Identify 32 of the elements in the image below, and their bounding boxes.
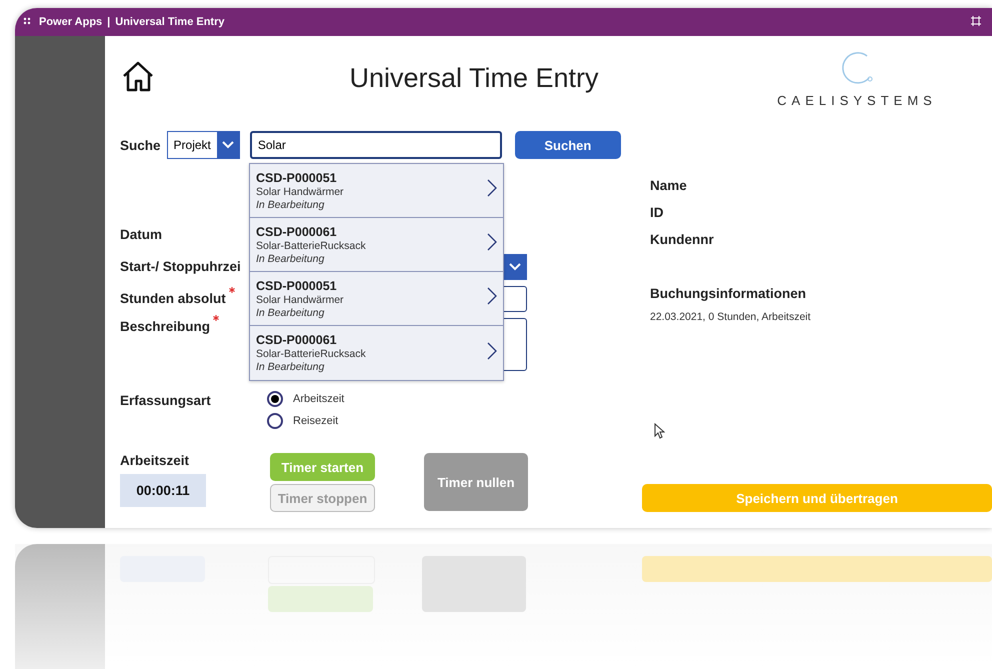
project-name: Solar-BatterieRucksack [256, 240, 367, 252]
field-label: Stunden absolut [120, 291, 226, 306]
title-separator: | [107, 16, 110, 28]
project-name: Solar Handwärmer [256, 294, 345, 306]
project-status: In Bearbeitung [256, 198, 326, 210]
field-label: Beschreibung [120, 319, 210, 334]
project-code: CSD-P000051 [256, 278, 338, 292]
detail-label: Kundennr [650, 231, 715, 249]
booking-title: Buchungsinformationen [650, 285, 807, 303]
field-label: Datum [120, 227, 162, 242]
app-title: Universal Time Entry [115, 16, 224, 28]
radio-label: Reisezeit [293, 415, 338, 427]
detail-label: Name [650, 177, 688, 195]
radio-label: Arbeitszeit [293, 393, 344, 405]
detail-label: ID [650, 204, 664, 222]
project-name: Solar-BatterieRucksack [256, 348, 367, 360]
project-code: CSD-P000061 [256, 333, 338, 347]
search-label: Suche [120, 138, 161, 152]
project-status: In Bearbeitung [256, 252, 326, 264]
logo-text: CAELISYSTEMS [777, 93, 937, 108]
project-status: In Bearbeitung [256, 306, 326, 318]
timer-value: 00:00:11 [120, 474, 206, 507]
project-name: Solar Handwärmer [256, 186, 345, 198]
timer-label: Arbeitszeit [120, 453, 190, 468]
app-name: Power Apps [39, 16, 102, 28]
page-title: Universal Time Entry [348, 62, 600, 94]
booking-info: 22.03.2021, 0 Stunden, Arbeitszeit [650, 311, 812, 323]
field-label: Start-/ Stoppuhrzei [120, 259, 241, 274]
project-code: CSD-P000061 [256, 224, 338, 238]
project-status: In Bearbeitung [256, 361, 326, 373]
field-label: Erfassungsart [120, 393, 212, 408]
project-code: CSD-P000051 [256, 170, 338, 184]
